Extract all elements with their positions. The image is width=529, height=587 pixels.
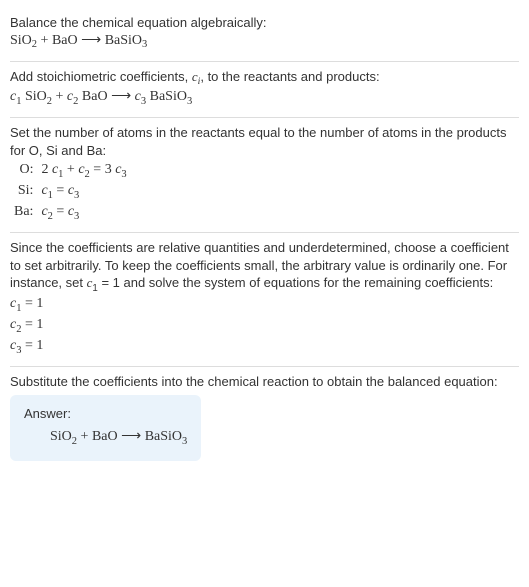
balanced-equation: SiO2 + BaO ⟶ BaSiO3 [24,428,187,449]
row-label: Si: [10,182,37,203]
section-atom-balance: Set the number of atoms in the reactants… [10,118,519,232]
text-plus-bao: + BaO [37,33,81,48]
subscript: 3 [182,436,187,447]
prompt-title: Balance the chemical equation algebraica… [10,14,519,32]
subscript: 1 [16,303,21,314]
reaction-arrow-icon: ⟶ [121,429,141,444]
answer-intro: Substitute the coefficients into the che… [10,373,519,391]
coef-line: c2 = 1 [10,316,519,337]
coefficients-intro: Add stoichiometric coefficients, ci, to … [10,68,519,89]
text: = 1 and solve the system of equations fo… [98,275,493,290]
text: = 3 [90,162,115,177]
row-label: Ba: [10,203,37,224]
answer-label: Answer: [24,405,187,423]
text: = [53,204,68,219]
plus: + [52,89,67,104]
coef-line: c3 = 1 [10,337,519,358]
table-row: Si: c1 = c3 [10,182,131,203]
species-basio3: BaSiO [141,429,182,444]
subscript: 2 [32,39,37,50]
text: = 1 [21,338,43,353]
var: c [41,183,47,198]
subscript: i [198,76,201,87]
species-sio2: SiO [21,89,46,104]
row-label: O: [10,161,37,182]
species-basio3: BaSiO [101,33,142,48]
coef-c3: c [135,89,141,104]
answer-box: Answer: SiO2 + BaO ⟶ BaSiO3 [10,395,201,462]
subscript: 3 [16,345,21,356]
table-row: Ba: c2 = c3 [10,203,131,224]
text: = [53,183,68,198]
section-prompt: Balance the chemical equation algebraica… [10,8,519,61]
text-plus-bao: + BaO [77,429,121,444]
subscript: 3 [141,96,146,107]
species-sio2: SiO [10,33,32,48]
equation-unbalanced: SiO2 + BaO ⟶ BaSiO3 [10,32,519,53]
section-answer: Substitute the coefficients into the che… [10,367,519,469]
equation-with-coeffs: c1 SiO2 + c2 BaO ⟶ c3 BaSiO3 [10,88,519,109]
section-coefficients: Add stoichiometric coefficients, ci, to … [10,62,519,118]
subscript: 1 [48,190,53,201]
species-sio2: SiO [50,429,72,444]
text: = 1 [21,296,43,311]
row-equation: c2 = c3 [37,203,130,224]
text: = 1 [21,317,43,332]
species-bao: BaO [78,89,111,104]
atom-balance-intro: Set the number of atoms in the reactants… [10,124,519,159]
subscript: 2 [48,211,53,222]
var: c [41,204,47,219]
table-row: O: 2 c1 + c2 = 3 c3 [10,161,131,182]
subscript: 3 [74,211,79,222]
subscript: 2 [72,436,77,447]
text: 2 [41,162,52,177]
var: c [78,162,84,177]
coef-line: c1 = 1 [10,295,519,316]
subscript: 3 [74,190,79,201]
text: + [63,162,78,177]
subscript: 2 [73,96,78,107]
subscript: 2 [85,169,90,180]
text: Add stoichiometric coefficients, [10,69,192,84]
reaction-arrow-icon: ⟶ [111,89,131,104]
row-equation: c1 = c3 [37,182,130,203]
subscript: 1 [92,283,97,294]
row-equation: 2 c1 + c2 = 3 c3 [37,161,130,182]
subscript: 1 [16,96,21,107]
atom-balance-table: O: 2 c1 + c2 = 3 c3 Si: c1 = c3 Ba: c2 =… [10,161,131,224]
species-basio3: BaSiO [146,89,187,104]
section-solve: Since the coefficients are relative quan… [10,233,519,366]
subscript: 2 [47,96,52,107]
solve-intro: Since the coefficients are relative quan… [10,239,519,295]
subscript: 3 [121,169,126,180]
subscript: 2 [16,324,21,335]
subscript: 3 [142,39,147,50]
var-ci: c [192,69,198,84]
reaction-arrow-icon: ⟶ [81,33,101,48]
subscript: 1 [58,169,63,180]
text: , to the reactants and products: [200,69,379,84]
subscript: 3 [187,96,192,107]
